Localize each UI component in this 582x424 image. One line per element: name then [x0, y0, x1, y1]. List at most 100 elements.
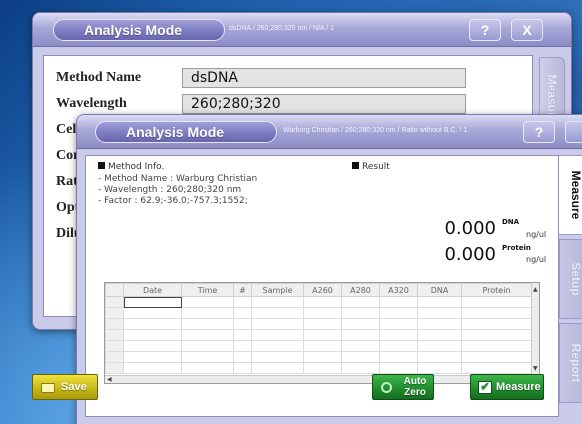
table-cell[interactable] — [233, 318, 252, 330]
table-cell[interactable] — [461, 340, 532, 352]
table-cell[interactable] — [233, 340, 252, 352]
table-cell[interactable] — [123, 362, 182, 374]
back-title-bar[interactable]: Analysis Mode dsDNA / 260;280;320 nm / N… — [33, 13, 571, 47]
table-row[interactable] — [105, 307, 532, 319]
table-row[interactable] — [105, 340, 532, 352]
table-cell[interactable] — [303, 318, 342, 330]
save-button[interactable]: Save — [32, 374, 98, 400]
table-cell[interactable] — [123, 351, 182, 363]
col-a320[interactable]: A320 — [379, 283, 418, 297]
table-cell[interactable] — [181, 351, 234, 363]
table-cell[interactable] — [181, 340, 234, 352]
wavelength-field[interactable]: 260;280;320 — [182, 94, 466, 114]
table-cell[interactable] — [181, 318, 234, 330]
table-cell[interactable] — [341, 329, 380, 341]
table-cell[interactable] — [181, 329, 234, 341]
table-cell[interactable] — [233, 307, 252, 319]
tab-measure[interactable]: Measure — [559, 155, 582, 235]
table-cell[interactable] — [417, 362, 462, 374]
table-cell[interactable] — [251, 307, 304, 319]
table-cell[interactable] — [417, 296, 462, 308]
table-cell[interactable] — [341, 362, 380, 374]
table-cell[interactable] — [417, 340, 462, 352]
table-row[interactable] — [105, 329, 532, 341]
table-cell[interactable] — [251, 340, 304, 352]
table-cell[interactable] — [303, 296, 342, 308]
table-cell[interactable] — [341, 296, 380, 308]
col-date[interactable]: Date — [123, 283, 182, 297]
table-cell[interactable] — [303, 351, 342, 363]
table-cell[interactable] — [303, 329, 342, 341]
table-cell[interactable] — [461, 307, 532, 319]
table-cell[interactable] — [417, 318, 462, 330]
auto-zero-button[interactable]: Auto Zero — [372, 374, 434, 400]
table-row[interactable] — [105, 351, 532, 363]
table-cell[interactable] — [461, 329, 532, 341]
results-table[interactable]: Date Time # Sample A260 A280 A320 DNA Pr… — [104, 282, 540, 384]
front-close-button[interactable] — [565, 121, 582, 143]
table-cell[interactable] — [341, 307, 380, 319]
col-number[interactable]: # — [233, 283, 252, 297]
table-row[interactable] — [105, 362, 532, 374]
table-cell[interactable] — [251, 318, 304, 330]
col-a280[interactable]: A280 — [341, 283, 380, 297]
row-header[interactable] — [105, 362, 124, 374]
col-a260[interactable]: A260 — [303, 283, 342, 297]
table-cell[interactable] — [341, 340, 380, 352]
tab-report[interactable]: Report — [559, 323, 582, 403]
table-cell[interactable] — [417, 351, 462, 363]
col-sample[interactable]: Sample — [251, 283, 304, 297]
table-vertical-scrollbar[interactable]: ▲ ▼ — [531, 283, 539, 383]
table-cell[interactable] — [123, 329, 182, 341]
table-cell[interactable] — [341, 351, 380, 363]
table-cell[interactable] — [379, 362, 418, 374]
table-cell[interactable] — [233, 351, 252, 363]
row-header[interactable] — [105, 340, 124, 352]
row-header[interactable] — [105, 329, 124, 341]
table-cell[interactable] — [461, 351, 532, 363]
table-cell[interactable] — [417, 329, 462, 341]
table-cell[interactable] — [379, 351, 418, 363]
table-cell[interactable] — [251, 296, 304, 308]
table-cell[interactable] — [379, 329, 418, 341]
method-name-field[interactable]: dsDNA — [182, 68, 466, 88]
front-help-button[interactable]: ? — [523, 121, 555, 143]
col-dna[interactable]: DNA — [417, 283, 462, 297]
row-header[interactable] — [105, 307, 124, 319]
row-header[interactable] — [105, 351, 124, 363]
table-cell[interactable] — [461, 362, 532, 374]
table-cell[interactable] — [233, 296, 252, 308]
table-cell[interactable] — [181, 362, 234, 374]
col-time[interactable]: Time — [181, 283, 234, 297]
table-cell[interactable] — [303, 362, 342, 374]
table-cell[interactable] — [251, 329, 304, 341]
col-protein[interactable]: Protein — [461, 283, 532, 297]
scroll-down-arrow-icon[interactable]: ▼ — [533, 365, 538, 372]
back-close-button[interactable]: X — [511, 19, 543, 41]
table-cell[interactable] — [233, 329, 252, 341]
table-cell[interactable] — [461, 318, 532, 330]
table-cell-current[interactable] — [123, 296, 182, 308]
row-header[interactable] — [105, 318, 124, 330]
table-cell[interactable] — [303, 340, 342, 352]
table-cell[interactable] — [181, 296, 234, 308]
table-row[interactable] — [105, 296, 532, 308]
tab-setup[interactable]: Setup — [559, 239, 582, 319]
table-row[interactable] — [105, 318, 532, 330]
table-cell[interactable] — [123, 318, 182, 330]
row-header[interactable] — [105, 296, 124, 308]
table-cell[interactable] — [181, 307, 234, 319]
table-cell[interactable] — [417, 307, 462, 319]
back-help-button[interactable]: ? — [469, 19, 501, 41]
table-cell[interactable] — [379, 318, 418, 330]
front-title-bar[interactable]: Analysis Mode Warburg Christian / 260;28… — [77, 115, 582, 149]
table-cell[interactable] — [123, 307, 182, 319]
table-cell[interactable] — [341, 318, 380, 330]
table-cell[interactable] — [251, 362, 304, 374]
table-cell[interactable] — [251, 351, 304, 363]
table-cell[interactable] — [233, 362, 252, 374]
table-cell[interactable] — [123, 340, 182, 352]
table-cell[interactable] — [379, 340, 418, 352]
table-cell[interactable] — [379, 296, 418, 308]
table-cell[interactable] — [379, 307, 418, 319]
